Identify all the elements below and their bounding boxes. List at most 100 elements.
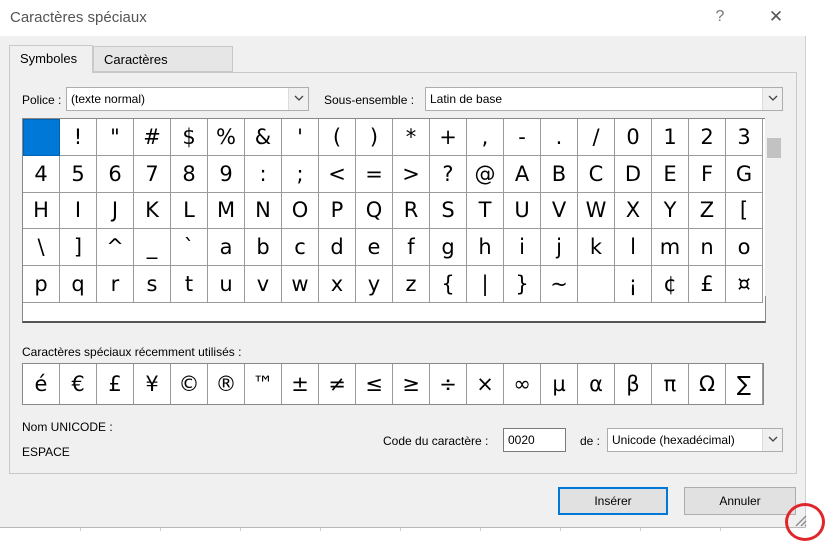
symbol-cell[interactable]: a xyxy=(208,229,245,267)
recent-symbol-cell[interactable]: ™ xyxy=(245,364,282,404)
symbol-cell[interactable]: u xyxy=(208,266,245,303)
recent-symbol-cell[interactable]: ≥ xyxy=(393,364,430,404)
symbol-cell[interactable]: q xyxy=(60,266,97,303)
symbol-cell[interactable]: O xyxy=(282,192,319,230)
symbol-cell[interactable]: h xyxy=(467,229,504,267)
symbol-cell[interactable]: V xyxy=(541,192,578,230)
tab-caracteres-speciaux[interactable]: Caractères spéciaux xyxy=(93,46,233,93)
symbol-cell[interactable]: c xyxy=(282,229,319,267)
symbol-cell[interactable]: A xyxy=(504,155,541,193)
symbol-cell[interactable]: ] xyxy=(60,229,97,267)
symbol-cell[interactable]: E xyxy=(652,155,689,193)
symbol-grid-scrollbar[interactable] xyxy=(765,118,783,296)
symbol-cell[interactable]: 2 xyxy=(689,119,726,156)
symbol-cell[interactable]: m xyxy=(652,229,689,267)
recent-symbol-cell[interactable]: ∞ xyxy=(504,364,541,404)
symbol-cell[interactable]: ; xyxy=(282,155,319,193)
scrollbar-thumb[interactable] xyxy=(767,138,781,158)
symbol-cell[interactable]: C xyxy=(578,155,615,193)
symbol-cell[interactable]: K xyxy=(134,192,171,230)
symbol-cell[interactable]: N xyxy=(245,192,282,230)
symbol-cell[interactable]: p xyxy=(23,266,60,303)
symbol-cell[interactable]: Y xyxy=(652,192,689,230)
symbol-cell[interactable]: Q xyxy=(356,192,393,230)
symbol-cell[interactable]: D xyxy=(615,155,652,193)
symbol-cell[interactable]: d xyxy=(319,229,356,267)
symbol-cell[interactable]: . xyxy=(541,119,578,156)
symbol-cell[interactable]: S xyxy=(430,192,467,230)
symbol-cell[interactable]: U xyxy=(504,192,541,230)
symbol-cell[interactable]: | xyxy=(467,266,504,303)
symbol-cell[interactable]: b xyxy=(245,229,282,267)
tab-symboles[interactable]: Symboles xyxy=(9,45,93,73)
symbol-cell[interactable]: f xyxy=(393,229,430,267)
symbol-cell[interactable]: ) xyxy=(356,119,393,156)
symbol-cell[interactable]: # xyxy=(134,119,171,156)
symbol-cell[interactable]: ~ xyxy=(541,266,578,303)
symbol-cell[interactable]: F xyxy=(689,155,726,193)
symbol-cell[interactable]: $ xyxy=(171,119,208,156)
symbol-cell[interactable]: 6 xyxy=(97,155,134,193)
symbol-cell[interactable]: t xyxy=(171,266,208,303)
symbol-cell[interactable]: y xyxy=(356,266,393,303)
symbol-cell[interactable]: z xyxy=(393,266,430,303)
symbol-cell[interactable]: ¢ xyxy=(652,266,689,303)
help-button[interactable]: ? xyxy=(705,4,735,30)
symbol-cell[interactable] xyxy=(578,266,615,303)
symbol-cell[interactable]: R xyxy=(393,192,430,230)
symbol-cell[interactable]: v xyxy=(245,266,282,303)
symbol-cell[interactable]: X xyxy=(615,192,652,230)
recent-symbol-cell[interactable]: ÷ xyxy=(430,364,467,404)
symbol-cell[interactable]: s xyxy=(134,266,171,303)
symbol-cell[interactable]: x xyxy=(319,266,356,303)
symbol-cell[interactable]: , xyxy=(467,119,504,156)
cancel-button[interactable]: Annuler xyxy=(684,487,796,515)
symbol-cell[interactable]: £ xyxy=(689,266,726,303)
recent-symbol-cell[interactable]: π xyxy=(652,364,689,404)
symbol-cell[interactable]: ! xyxy=(60,119,97,156)
symbol-cell[interactable]: P xyxy=(319,192,356,230)
symbol-cell[interactable]: \ xyxy=(23,229,60,267)
symbol-cell[interactable]: l xyxy=(615,229,652,267)
symbol-cell[interactable]: i xyxy=(504,229,541,267)
symbol-cell[interactable]: " xyxy=(97,119,134,156)
symbol-cell[interactable]: ' xyxy=(282,119,319,156)
subset-select[interactable]: Latin de base xyxy=(425,87,783,111)
recent-symbol-cell[interactable]: Ω xyxy=(689,364,726,404)
symbol-cell[interactable]: [ xyxy=(726,192,763,230)
symbol-cell[interactable]: 4 xyxy=(23,155,60,193)
symbol-cell[interactable]: T xyxy=(467,192,504,230)
symbol-cell[interactable]: G xyxy=(726,155,763,193)
symbol-cell-selected[interactable] xyxy=(23,119,60,156)
recent-symbol-cell[interactable]: € xyxy=(60,364,97,404)
symbol-cell[interactable]: B xyxy=(541,155,578,193)
recent-symbol-cell[interactable]: é xyxy=(23,364,60,404)
from-select[interactable]: Unicode (hexadécimal) xyxy=(607,428,783,452)
recent-symbol-cell[interactable]: ∑ xyxy=(726,364,763,404)
symbol-cell[interactable]: H xyxy=(23,192,60,230)
recent-symbol-cell[interactable]: ≠ xyxy=(319,364,356,404)
symbol-cell[interactable]: ` xyxy=(171,229,208,267)
symbol-cell[interactable]: ¤ xyxy=(726,266,763,303)
symbol-cell[interactable]: 5 xyxy=(60,155,97,193)
symbol-cell[interactable]: M xyxy=(208,192,245,230)
symbol-cell[interactable]: 7 xyxy=(134,155,171,193)
symbol-cell[interactable]: * xyxy=(393,119,430,156)
symbol-cell[interactable]: o xyxy=(726,229,763,267)
symbol-cell[interactable]: / xyxy=(578,119,615,156)
symbol-cell[interactable]: ( xyxy=(319,119,356,156)
symbol-cell[interactable]: - xyxy=(504,119,541,156)
symbol-cell[interactable]: = xyxy=(356,155,393,193)
symbol-cell[interactable]: ¡ xyxy=(615,266,652,303)
insert-button[interactable]: Insérer xyxy=(558,487,668,515)
recent-symbol-cell[interactable]: × xyxy=(467,364,504,404)
symbol-cell[interactable]: W xyxy=(578,192,615,230)
symbol-cell[interactable]: Z xyxy=(689,192,726,230)
symbol-cell[interactable]: k xyxy=(578,229,615,267)
symbol-cell[interactable]: { xyxy=(430,266,467,303)
symbol-cell[interactable]: } xyxy=(504,266,541,303)
symbol-cell[interactable]: 0 xyxy=(615,119,652,156)
symbol-cell[interactable]: g xyxy=(430,229,467,267)
symbol-cell[interactable]: : xyxy=(245,155,282,193)
symbol-cell[interactable]: > xyxy=(393,155,430,193)
